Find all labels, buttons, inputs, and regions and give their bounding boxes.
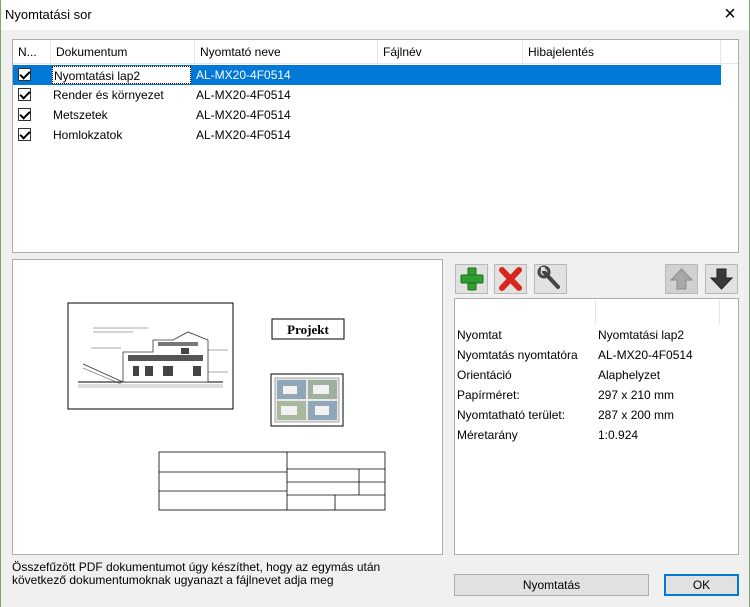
move-down-button[interactable]: [705, 264, 738, 294]
row-checkbox[interactable]: [18, 88, 31, 101]
property-label: Nyomtat: [457, 328, 502, 342]
printer-name-cell: AL-MX20-4F0514: [196, 108, 291, 122]
grid-header: N... Dokumentum Nyomtató neve Fájlnév Hi…: [13, 40, 738, 64]
column-header-document[interactable]: Dokumentum: [51, 40, 195, 64]
table-row[interactable]: Homlokzatok AL-MX20-4F0514: [13, 125, 721, 145]
x-icon: [499, 267, 522, 291]
property-value: AL-MX20-4F0514: [598, 348, 693, 362]
project-label: Projekt: [287, 322, 329, 337]
add-button[interactable]: [455, 264, 488, 294]
document-name-cell[interactable]: Render és környezet: [51, 85, 164, 105]
row-checkbox[interactable]: [18, 108, 31, 121]
property-row: Nyomtatható terület: 287 x 200 mm: [457, 405, 737, 425]
column-header-filename[interactable]: Fájlnév: [378, 40, 523, 64]
column-header-error-report[interactable]: Hibajelentés: [523, 40, 721, 64]
property-label: Méretarány: [457, 428, 518, 442]
print-preview-sheet: Projekt: [67, 302, 386, 511]
delete-button[interactable]: [494, 264, 527, 294]
arrow-up-icon: [669, 268, 694, 290]
property-row: Méretarány 1:0.924: [457, 425, 737, 445]
property-value: 297 x 210 mm: [598, 388, 675, 402]
property-value: 1:0.924: [598, 428, 639, 442]
title-block: [158, 451, 386, 511]
document-name-cell[interactable]: Homlokzatok: [51, 125, 122, 145]
print-button[interactable]: Nyomtatás: [454, 574, 649, 596]
print-queue-grid[interactable]: N... Dokumentum Nyomtató neve Fájlnév Hi…: [12, 39, 739, 253]
properties-panel: Nyomtat Nyomtatási lap2 Nyomtatás nyomta…: [454, 298, 739, 555]
render-thumbnails: [270, 373, 344, 427]
printer-name-cell: AL-MX20-4F0514: [196, 68, 291, 82]
arrow-down-icon: [709, 268, 734, 290]
ok-button[interactable]: OK: [664, 574, 739, 596]
table-row[interactable]: Render és környezet AL-MX20-4F0514: [13, 85, 721, 105]
property-row: Nyomtat Nyomtatási lap2: [457, 325, 737, 345]
property-value: Nyomtatási lap2: [598, 328, 685, 342]
window-title: Nyomtatási sor: [5, 7, 92, 22]
close-icon[interactable]: ×: [718, 2, 742, 26]
document-name-cell[interactable]: Nyomtatási lap2: [51, 65, 192, 85]
property-label: Nyomtatás nyomtatóra: [457, 348, 578, 362]
column-divider: [719, 300, 720, 324]
elevation-drawing: [67, 302, 234, 410]
property-label: Nyomtatható terület:: [457, 408, 566, 422]
printer-name-cell: AL-MX20-4F0514: [196, 88, 291, 102]
table-row[interactable]: Nyomtatási lap2 AL-MX20-4F0514: [13, 65, 721, 85]
row-checkbox[interactable]: [18, 68, 31, 81]
property-row: Nyomtatás nyomtatóra AL-MX20-4F0514: [457, 345, 737, 365]
column-header-number[interactable]: N...: [13, 40, 51, 64]
document-name-cell[interactable]: Metszetek: [51, 105, 108, 125]
window-border-left: [0, 0, 1, 607]
column-header-printer[interactable]: Nyomtató neve: [195, 40, 378, 64]
title-bar: Nyomtatási sor ×: [0, 0, 750, 30]
move-up-button[interactable]: [665, 264, 698, 294]
pdf-merge-hint: Összefűzött PDF dokumentumot úgy készíth…: [12, 560, 381, 587]
property-value: 287 x 200 mm: [598, 408, 675, 422]
property-row: Orientáció Alaphelyzet: [457, 365, 737, 385]
property-label: Orientáció: [457, 368, 512, 382]
print-preview: Projekt: [12, 259, 443, 555]
table-row[interactable]: Metszetek AL-MX20-4F0514: [13, 105, 721, 125]
settings-button[interactable]: [534, 264, 567, 294]
plus-icon: [460, 267, 484, 291]
property-row: Papírméret: 297 x 210 mm: [457, 385, 737, 405]
property-value: Alaphelyzet: [598, 368, 661, 382]
column-divider: [595, 300, 596, 324]
property-label: Papírméret:: [457, 388, 520, 402]
wrench-icon: [537, 265, 560, 289]
row-checkbox[interactable]: [18, 128, 31, 141]
printer-name-cell: AL-MX20-4F0514: [196, 128, 291, 142]
